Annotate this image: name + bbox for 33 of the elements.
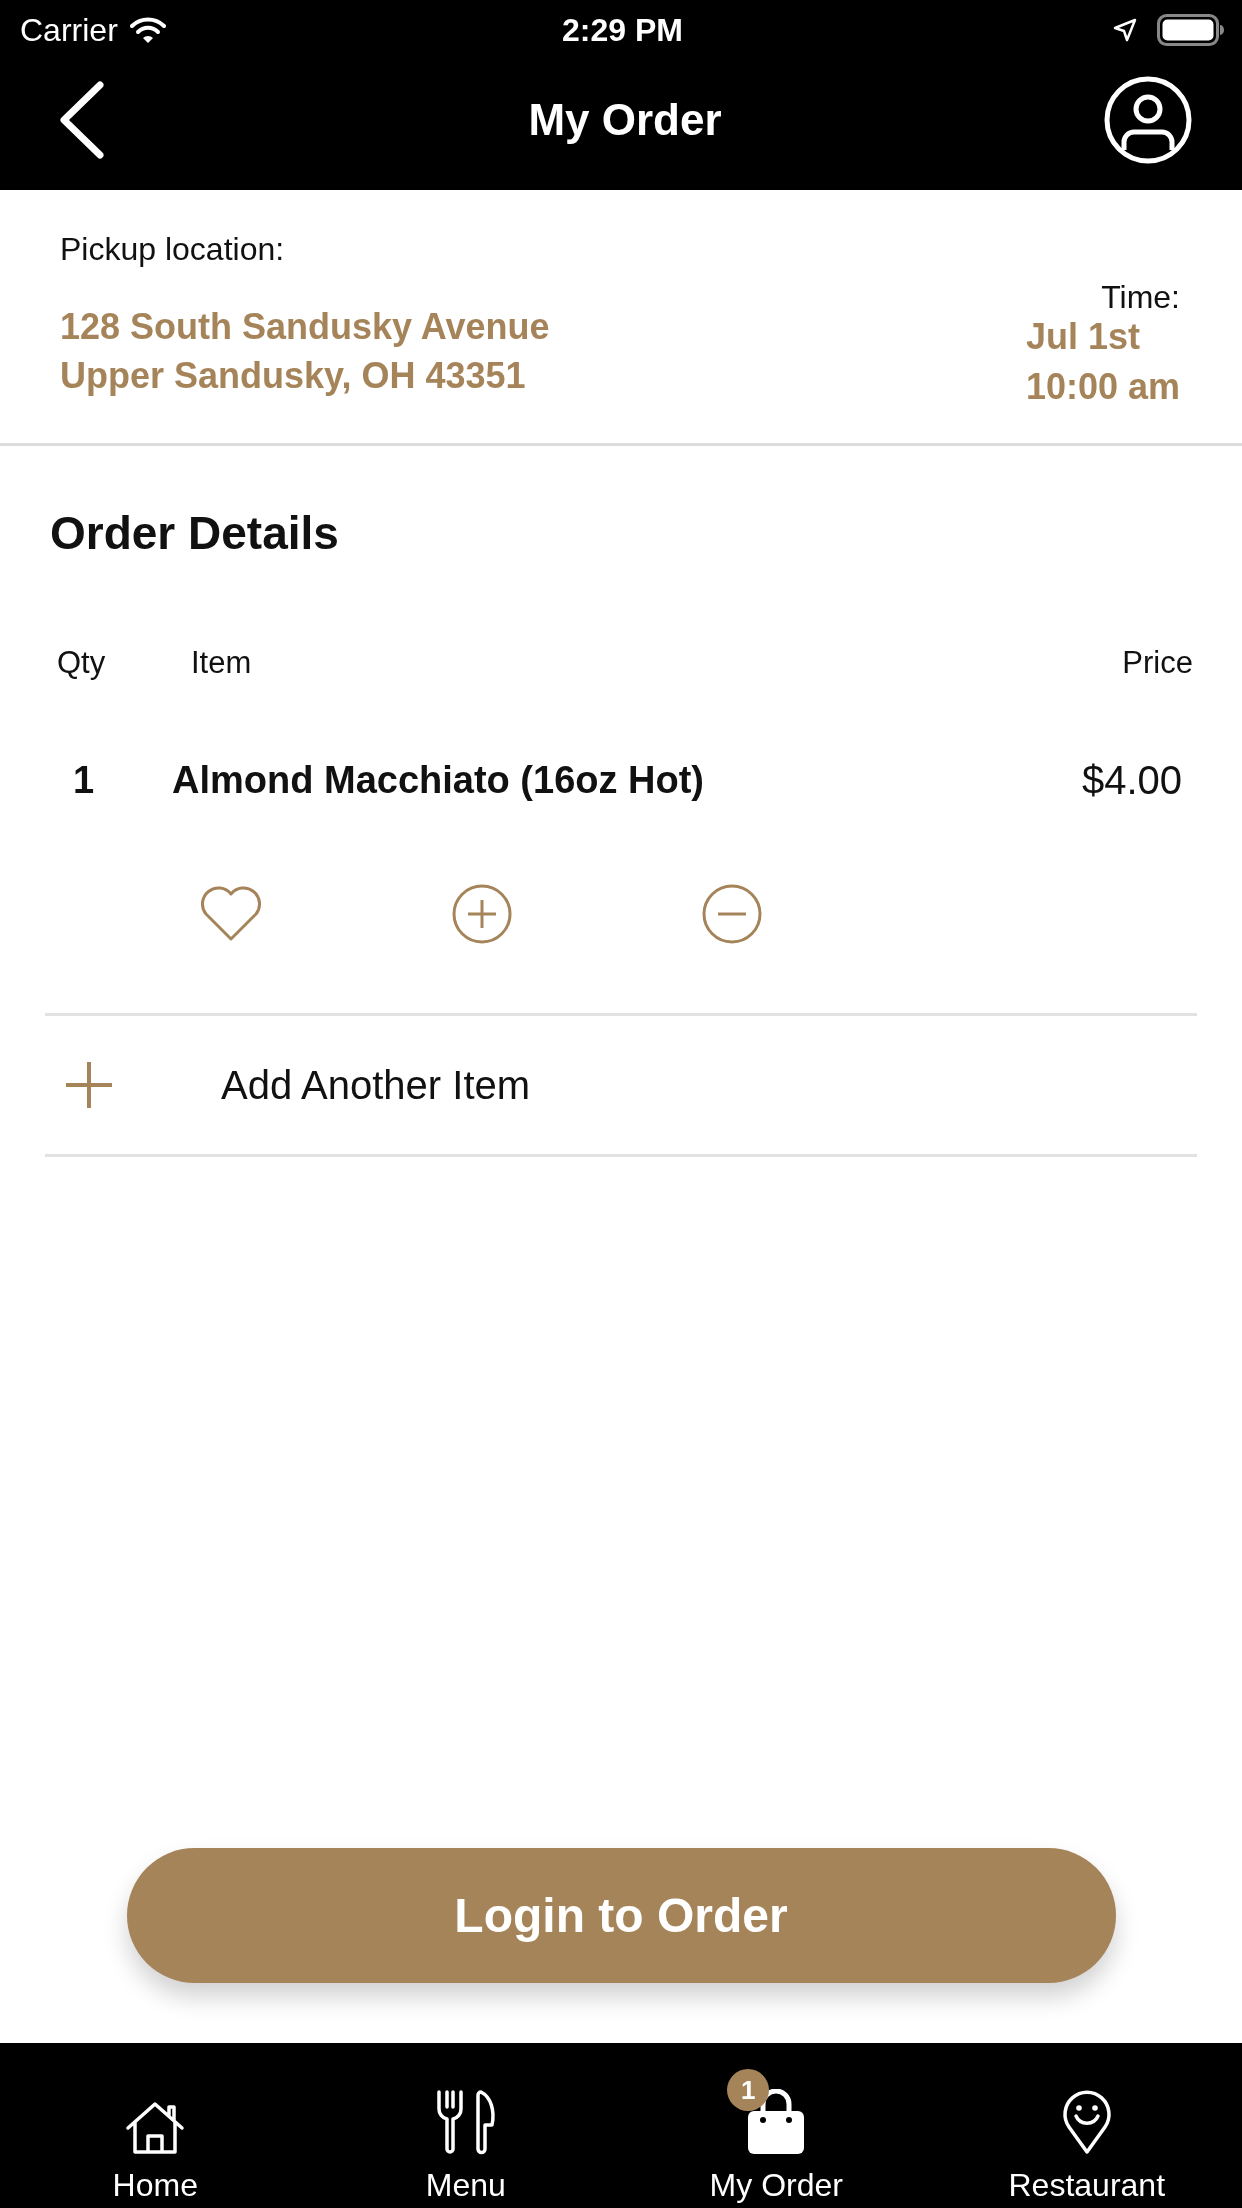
item-price: $4.00 [1081, 757, 1182, 803]
screen-title: My Order [528, 95, 722, 145]
column-header: Price [1122, 645, 1193, 681]
home-icon [125, 2101, 186, 2155]
profile-button[interactable] [1104, 76, 1192, 164]
section-title: Order Details [50, 506, 340, 560]
pickup-label: Pickup location: [60, 230, 285, 268]
address-line: Upper Sandusky, OH 43351 [60, 354, 527, 398]
address-line: 128 South Sandusky Avenue [60, 305, 550, 349]
back-button[interactable] [58, 81, 106, 159]
fork-knife-icon [434, 2089, 497, 2155]
column-header: Item [191, 645, 253, 681]
wifi-icon [129, 16, 166, 44]
battery-icon [1157, 14, 1225, 46]
pickup-time: 10:00 am [1025, 365, 1180, 409]
count-badge: 1 [727, 2069, 770, 2111]
plus-icon [65, 1061, 113, 1109]
plus-circle-icon[interactable] [452, 884, 512, 944]
heart-icon[interactable] [200, 886, 262, 942]
location-arrow-icon [1113, 18, 1137, 42]
item-name: Almond Macchiato (16oz Hot) [172, 758, 706, 802]
carrier-text: Carrier [20, 11, 118, 49]
clock-text: 2:29 PM [562, 11, 683, 49]
tab-item[interactable]: Home [0, 2043, 311, 2208]
column-header: Qty [57, 645, 107, 681]
pickup-date: Jul 1st [1025, 316, 1141, 358]
quantity-text: 1 [73, 758, 96, 802]
tab-item[interactable]: Menu [310, 2043, 621, 2208]
minus-circle-icon[interactable] [702, 884, 762, 944]
add-item-button[interactable]: Add Another Item [45, 1016, 1197, 1154]
tab-item[interactable]: Restaurant [931, 2043, 1242, 2208]
tab-item[interactable]: 1 My Order [621, 2043, 932, 2208]
time-label: Time: [1101, 278, 1180, 316]
